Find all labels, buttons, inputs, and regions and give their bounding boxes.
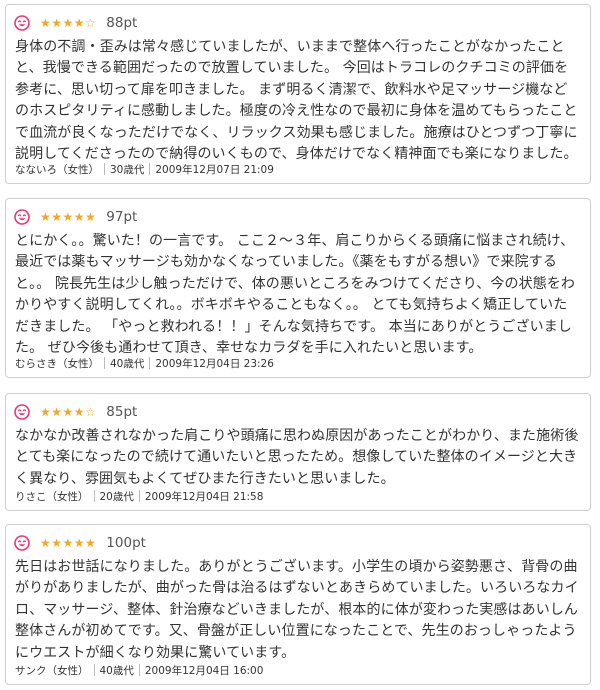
smile-icon: [14, 404, 30, 420]
points-score: 100pt: [106, 535, 146, 551]
points-score: 97pt: [106, 209, 138, 225]
review-card: ★★★★★ 97pt とにかく。。驚いた！の一言です。 ここ２～３年、肩こりから…: [5, 198, 591, 378]
review-meta: サンク（女性） 40歳代 2009年12月04日 16:00: [15, 663, 263, 677]
review-date: 2009年12月04日 23:26: [155, 357, 274, 370]
star-rating: ★★★★☆: [40, 405, 97, 419]
meta-divider: [149, 357, 151, 369]
review-comment: 先日はお世話になりました。ありがとうございます。小学生の頃から姿勢悪さ、背骨の曲…: [15, 559, 579, 661]
reviewer-name: りさこ（女性）: [15, 490, 89, 503]
review-meta: むらさき（女性） 40歳代 2009年12月04日 23:26: [15, 356, 274, 370]
review-date: 2009年12月07日 21:09: [155, 163, 274, 176]
star-rating: ★★★★☆: [40, 16, 97, 30]
reviewer-age: 40歳代: [99, 664, 134, 677]
meta-divider: [93, 664, 95, 676]
meta-divider: [149, 163, 151, 175]
points-score: 85pt: [106, 404, 138, 420]
review-meta: りさこ（女性） 20歳代 2009年12月04日 21:58: [15, 489, 263, 503]
review-card: ★★★★★ 100pt 先日はお世話になりました。ありがとうございます。小学生の…: [5, 524, 591, 685]
review-comment: 身体の不調・歪みは常々感じていましたが、いままで整体へ行ったことがなかったことと…: [15, 39, 578, 163]
reviewer-name: なないろ（女性）: [15, 163, 99, 176]
review-card: ★★★★☆ 85pt なかなか改善されなかった肩こりや頭痛に思わぬ原因があったこ…: [5, 393, 591, 511]
review-date: 2009年12月04日 21:58: [144, 490, 264, 503]
reviewer-name: サンク（女性）: [15, 664, 89, 677]
meta-divider: [138, 490, 140, 502]
review-comment: なかなか改善されなかった肩こりや頭痛に思わぬ原因があったことがわかり、また施術後…: [15, 428, 579, 487]
meta-divider: [104, 163, 105, 175]
review-comment: とにかく。。驚いた！の一言です。 ここ２～３年、肩こりからくる頭痛に悩まされ続け…: [15, 233, 576, 357]
rating-row: ★★★★★ 97pt: [14, 207, 137, 227]
review-list: ★★★★☆ 88pt 身体の不調・歪みは常々感じていましたが、いままで整体へ行っ…: [0, 0, 600, 690]
rating-row: ★★★★★ 100pt: [14, 533, 146, 553]
review-date: 2009年12月04日 16:00: [144, 664, 264, 677]
reviewer-age: 30歳代: [110, 163, 145, 176]
star-rating: ★★★★★: [40, 210, 97, 224]
review-card: ★★★★☆ 88pt 身体の不調・歪みは常々感じていましたが、いままで整体へ行っ…: [5, 4, 591, 184]
star-rating: ★★★★★: [40, 536, 97, 550]
rating-row: ★★★★☆ 88pt: [14, 13, 137, 33]
reviewer-age: 40歳代: [110, 357, 145, 370]
review-meta: なないろ（女性） 30歳代 2009年12月07日 21:09: [15, 162, 274, 176]
smile-icon: [14, 535, 30, 551]
reviewer-age: 20歳代: [99, 490, 134, 503]
meta-divider: [138, 664, 140, 676]
rating-row: ★★★★☆ 85pt: [14, 402, 137, 422]
meta-divider: [104, 357, 105, 369]
meta-divider: [93, 490, 95, 502]
smile-icon: [14, 209, 30, 225]
reviewer-name: むらさき（女性）: [15, 357, 99, 370]
smile-icon: [14, 15, 30, 31]
points-score: 88pt: [106, 15, 138, 31]
